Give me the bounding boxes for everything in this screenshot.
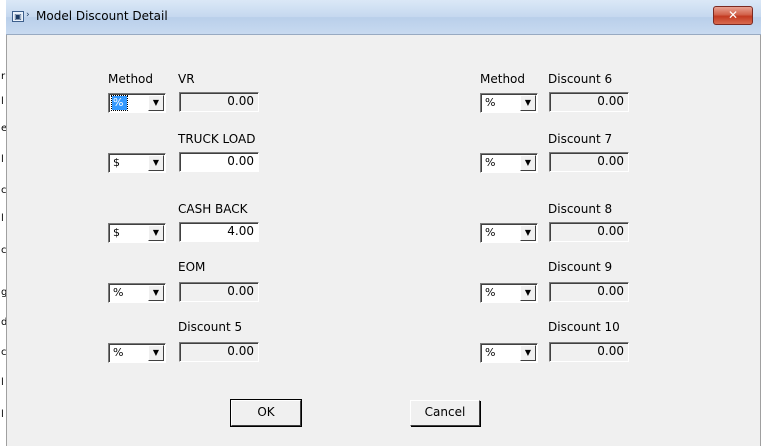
method-value: $ [113, 226, 120, 239]
discount-label-5: Discount 5 [178, 320, 243, 334]
window-title: Model Discount Detail [36, 9, 168, 23]
discount-label-truck-load: TRUCK LOAD [178, 132, 256, 146]
method-value: % [113, 346, 124, 359]
method-select-vr[interactable]: % ▼ [108, 93, 166, 113]
discount-label-vr: VR [178, 72, 195, 86]
window-icon[interactable]: ▣ [12, 11, 24, 22]
method-value: % [485, 286, 496, 299]
chevron-down-icon[interactable]: ▼ [148, 225, 164, 241]
discount-label-8: Discount 8 [548, 202, 613, 216]
discount-label-cash-back: CASH BACK [178, 202, 248, 216]
method-select-cash-back[interactable]: $ ▼ [108, 223, 166, 243]
dialog-body: Method Method VR % ▼ 0.00 TRUCK LOAD $ ▼… [6, 35, 761, 446]
discount-value-8: 0.00 [549, 222, 629, 242]
discount-value-cash-back[interactable]: 4.00 [179, 222, 259, 242]
method-value: % [485, 226, 496, 239]
discount-label-9: Discount 9 [548, 260, 613, 274]
model-discount-dialog: ▣ › Model Discount Detail ✕ Method Metho… [6, 0, 761, 446]
method-select-truck-load[interactable]: $ ▼ [108, 153, 166, 173]
method-header-right: Method [480, 72, 526, 86]
title-bar[interactable]: ▣ › Model Discount Detail ✕ [6, 0, 761, 35]
method-select-discount-8[interactable]: % ▼ [480, 223, 538, 243]
discount-value-9: 0.00 [549, 282, 629, 302]
method-select-discount-5[interactable]: % ▼ [108, 343, 166, 363]
chevron-down-icon[interactable]: ▼ [520, 95, 536, 111]
discount-value-vr: 0.00 [179, 92, 259, 112]
method-header-left: Method [108, 72, 154, 86]
method-select-discount-7[interactable]: % ▼ [480, 153, 538, 173]
discount-value-eom: 0.00 [179, 282, 259, 302]
chevron-down-icon[interactable]: ▼ [148, 345, 164, 361]
chevron-down-icon[interactable]: ▼ [148, 155, 164, 171]
discount-value-6: 0.00 [549, 92, 629, 112]
close-button[interactable]: ✕ [713, 6, 753, 25]
cancel-button[interactable]: Cancel [410, 400, 480, 426]
method-select-discount-6[interactable]: % ▼ [480, 93, 538, 113]
discount-label-eom: EOM [178, 260, 206, 274]
chevron-down-icon[interactable]: ▼ [520, 345, 536, 361]
method-select-discount-10[interactable]: % ▼ [480, 343, 538, 363]
discount-value-10: 0.00 [549, 342, 629, 362]
chevron-down-icon[interactable]: ▼ [148, 95, 164, 111]
discount-value-truck-load[interactable]: 0.00 [179, 152, 259, 172]
discount-value-5: 0.00 [179, 342, 259, 362]
discount-value-7: 0.00 [549, 152, 629, 172]
method-value: % [485, 346, 496, 359]
method-value: % [113, 286, 124, 299]
close-icon: ✕ [727, 8, 739, 22]
discount-label-7: Discount 7 [548, 132, 613, 146]
chevron-down-icon[interactable]: ▼ [148, 285, 164, 301]
discount-label-10: Discount 10 [548, 320, 620, 334]
chevron-down-icon[interactable]: ▼ [520, 225, 536, 241]
discount-label-6: Discount 6 [548, 72, 613, 86]
method-select-discount-9[interactable]: % ▼ [480, 283, 538, 303]
ok-button[interactable]: OK [230, 399, 302, 427]
method-value: $ [113, 156, 120, 169]
method-value: % [485, 96, 496, 109]
chevron-down-icon[interactable]: ▼ [520, 155, 536, 171]
system-menu-arrow-icon: › [26, 10, 30, 20]
method-select-eom[interactable]: % ▼ [108, 283, 166, 303]
method-value: % [485, 156, 496, 169]
chevron-down-icon[interactable]: ▼ [520, 285, 536, 301]
method-value: % [111, 95, 128, 111]
